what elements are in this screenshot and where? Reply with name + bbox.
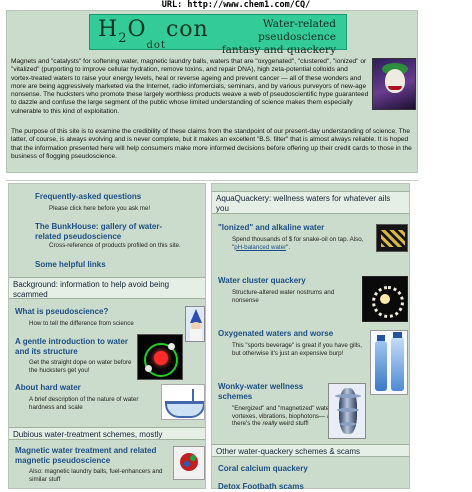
ph-balanced-link[interactable]: pH-balanced water [234, 244, 286, 251]
url-label: URL: [161, 0, 183, 10]
section-aqua-header: AquaQuackery: wellness waters for whatev… [212, 191, 409, 214]
detox-footbath-link[interactable]: Detox Footbath scams [218, 482, 378, 492]
logo-wordmark: H2Odotcon [98, 17, 209, 51]
water-cluster-image [362, 276, 408, 322]
right-column: AquaQuackery: wellness waters for whatev… [211, 183, 410, 492]
url-text[interactable]: http://www.chem1.com/CQ/ [187, 0, 310, 10]
ionized-water-desc-end: ". [286, 243, 291, 251]
hard-water-desc: A brief description of the nature of wat… [29, 396, 139, 411]
bunkhouse-link[interactable]: The BunkHouse: gallery of water-related … [35, 222, 185, 241]
coral-calcium-link[interactable]: Coral calcium quackery [218, 464, 378, 474]
water-structure-desc: Get the straight dope on water before th… [29, 359, 132, 374]
ionizer-image [376, 224, 408, 252]
hard-water-link[interactable]: About hard water [15, 383, 145, 393]
divider [6, 180, 418, 181]
magnetic-treatment-link[interactable]: Magnetic water treatment and related mag… [15, 446, 175, 465]
bathtub-image [161, 384, 205, 420]
magnetic-treatment-desc: Also: magnetic laundry balls, fuel-enhan… [29, 468, 163, 483]
pseudoscience-desc: How to tell the difference from science [29, 320, 134, 327]
water-cluster-desc: Structure-altered water nostrums and non… [232, 289, 335, 304]
section-other-header: Other water-quackery schemes & scams [212, 444, 409, 457]
vortex-image [328, 383, 366, 439]
wizard-image [185, 306, 205, 342]
water-molecule-image [137, 334, 183, 380]
url-bar: URL: http://www.chem1.com/CQ/ [0, 0, 472, 10]
wonky-water-link[interactable]: Wonky-water wellness schemes [218, 382, 328, 401]
intro-paragraph-1: Magnets and "catalysts" for softening wa… [11, 58, 369, 115]
logo-tagline-line-2: fantasy and quackery [221, 44, 336, 56]
water-structure-link[interactable]: A gentle introduction to water and its s… [15, 337, 135, 356]
ionized-water-desc: Spend thousands of $ for snake-oil on ta… [232, 236, 372, 251]
logo-tagline: Water-related pseudoscience fantasy and … [206, 18, 336, 57]
section-dubious-header: Dubious water-treatment schemes, mostly [9, 427, 205, 440]
wonky-water-desc-em: really [262, 420, 278, 428]
magnetic-balls-image [173, 446, 205, 480]
pseudoscience-link[interactable]: What is pseudoscience? [15, 307, 175, 317]
intro-paragraph-2: The purpose of this site is to examine t… [11, 128, 412, 160]
intro-panel: H2Odotcon Water-related pseudoscience fa… [6, 10, 418, 173]
oxygenated-water-link[interactable]: Oxygenated waters and worse [218, 329, 368, 339]
wonky-water-desc-2: weird stuff! [278, 420, 309, 428]
joker-image [372, 58, 416, 110]
logo-tagline-line-1: Water-related pseudoscience [258, 18, 336, 43]
helpful-links-link[interactable]: Some helpful links [35, 260, 185, 270]
ionized-water-link[interactable]: "Ionized" and alkaline water [218, 223, 378, 233]
bunkhouse-desc: Cross-reference of products profiled on … [49, 242, 181, 249]
left-column: Frequently-asked questions Please click … [8, 183, 206, 489]
water-cluster-link[interactable]: Water cluster quackery [218, 276, 348, 286]
faq-link[interactable]: Frequently-asked questions [35, 192, 203, 202]
water-bottles-image [370, 330, 408, 395]
section-background-header: Background: information to help avoid be… [9, 277, 205, 299]
site-logo[interactable]: H2Odotcon Water-related pseudoscience fa… [89, 14, 347, 56]
faq-desc: Please click here before you ask me! [49, 205, 151, 212]
oxygenated-water-desc: This "sports beverage" is great if you h… [232, 342, 362, 357]
